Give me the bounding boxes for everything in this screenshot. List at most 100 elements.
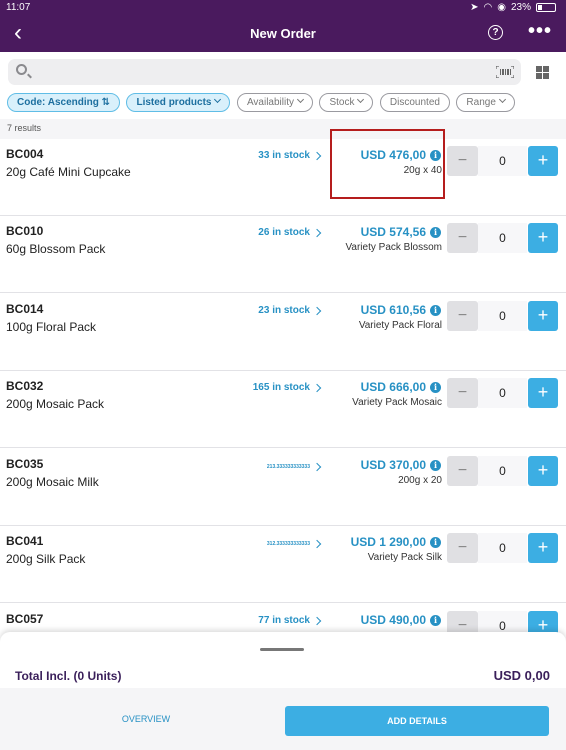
info-icon[interactable]: i bbox=[430, 459, 441, 471]
status-indicators: ➤ ◠ ◉ 23% bbox=[470, 2, 556, 13]
stock-link[interactable]: 165 in stock bbox=[253, 382, 322, 393]
stock-link[interactable]: 77 in stock bbox=[258, 615, 322, 626]
footer-actions: OVERVIEW ADD DETAILS bbox=[0, 688, 566, 750]
product-price: USD 610,56 i bbox=[361, 303, 441, 317]
increase-button[interactable]: + bbox=[528, 378, 558, 408]
filter-chip-sort[interactable]: Code: Ascending ⇅ bbox=[7, 93, 121, 112]
overview-button[interactable]: OVERVIEW bbox=[90, 714, 202, 724]
chevron-down-icon bbox=[214, 95, 222, 104]
back-icon[interactable]: ‹ bbox=[14, 19, 22, 47]
pack-size: 200g x 20 bbox=[398, 475, 442, 486]
highlight-box bbox=[330, 129, 445, 199]
wifi-icon: ◠ bbox=[483, 2, 493, 13]
product-name: 100g Floral Pack bbox=[6, 320, 97, 334]
chevron-down-icon bbox=[357, 95, 365, 104]
pack-size: Variety Pack Floral bbox=[358, 320, 442, 331]
total-label: Total Incl. (0 Units) bbox=[15, 669, 122, 683]
product-code: BC010 bbox=[6, 224, 44, 238]
grid-view-icon[interactable] bbox=[536, 66, 549, 79]
drag-handle[interactable] bbox=[260, 648, 304, 651]
quantity-field[interactable]: 0 bbox=[478, 456, 527, 486]
product-row[interactable]: BC010 60g Blossom Pack 26 in stock USD 5… bbox=[0, 216, 566, 293]
quantity-stepper: − 0 + bbox=[447, 378, 558, 408]
info-icon[interactable]: i bbox=[430, 536, 441, 548]
filter-chips: Code: Ascending ⇅ Listed products Availa… bbox=[7, 93, 566, 113]
stock-link[interactable]: 23 in stock bbox=[258, 305, 322, 316]
product-code: BC057 bbox=[6, 612, 44, 626]
location-icon: ➤ bbox=[470, 2, 479, 13]
info-icon[interactable]: i bbox=[430, 381, 441, 393]
filter-chip-range[interactable]: Range bbox=[456, 93, 515, 112]
search-bar[interactable] bbox=[8, 59, 521, 85]
add-details-button[interactable]: ADD DETAILS bbox=[285, 706, 549, 736]
decrease-button[interactable]: − bbox=[447, 301, 478, 331]
product-code: BC004 bbox=[6, 147, 44, 161]
info-icon[interactable]: i bbox=[430, 614, 441, 626]
total-value: USD 0,00 bbox=[493, 668, 550, 683]
search-input[interactable] bbox=[36, 59, 476, 85]
chevron-right-icon bbox=[312, 228, 322, 237]
quantity-field[interactable]: 0 bbox=[478, 533, 527, 563]
barcode-scan-icon[interactable] bbox=[496, 66, 514, 78]
page-title: New Order bbox=[250, 26, 316, 41]
product-name: 20g Café Mini Cupcake bbox=[6, 165, 131, 179]
quantity-field[interactable]: 0 bbox=[478, 223, 527, 253]
quantity-field[interactable]: 0 bbox=[478, 378, 527, 408]
pack-size: Variety Pack Blossom bbox=[345, 242, 442, 253]
product-code: BC032 bbox=[6, 379, 44, 393]
lock-rotation-icon: ◉ bbox=[497, 2, 506, 13]
quantity-stepper: − 0 + bbox=[447, 223, 558, 253]
more-icon[interactable]: ••• bbox=[528, 21, 552, 41]
help-icon[interactable]: ? bbox=[488, 25, 503, 40]
filter-chip-discounted[interactable]: Discounted bbox=[379, 93, 450, 112]
status-bar: 11:07 ➤ ◠ ◉ 23% bbox=[0, 0, 566, 15]
filter-chip-availability[interactable]: Availability bbox=[236, 93, 313, 112]
decrease-button[interactable]: − bbox=[447, 378, 478, 408]
product-price: USD 1 290,00 i bbox=[351, 535, 441, 549]
decrease-button[interactable]: − bbox=[447, 146, 478, 176]
product-row[interactable]: BC004 20g Café Mini Cupcake 33 in stock … bbox=[0, 139, 566, 216]
increase-button[interactable]: + bbox=[528, 146, 558, 176]
product-code: BC035 bbox=[6, 457, 44, 471]
battery-icon bbox=[536, 3, 556, 12]
product-row[interactable]: BC032 200g Mosaic Pack 165 in stock USD … bbox=[0, 371, 566, 448]
product-price: USD 574,56 i bbox=[361, 225, 441, 239]
product-row[interactable]: BC035 200g Mosaic Milk 213.333333333333 … bbox=[0, 449, 566, 526]
pack-size: Variety Pack Silk bbox=[367, 552, 442, 563]
product-name: 200g Mosaic Pack bbox=[6, 397, 105, 411]
chevron-right-icon bbox=[312, 383, 322, 392]
info-icon[interactable]: i bbox=[430, 304, 441, 316]
stock-link[interactable]: 33 in stock bbox=[258, 150, 322, 161]
chevron-down-icon bbox=[296, 95, 305, 104]
filter-chip-listed[interactable]: Listed products bbox=[126, 93, 231, 112]
increase-button[interactable]: + bbox=[528, 456, 558, 486]
product-row[interactable]: BC041 200g Silk Pack 312.333333333333 US… bbox=[0, 526, 566, 603]
chevron-right-icon bbox=[312, 616, 322, 625]
increase-button[interactable]: + bbox=[528, 301, 558, 331]
stock-link[interactable]: 26 in stock bbox=[258, 227, 322, 238]
increase-button[interactable]: + bbox=[528, 223, 558, 253]
filter-chip-stock[interactable]: Stock bbox=[319, 93, 374, 112]
search-icon bbox=[16, 64, 27, 75]
increase-button[interactable]: + bbox=[528, 533, 558, 563]
quantity-field[interactable]: 0 bbox=[478, 301, 527, 331]
info-icon[interactable]: i bbox=[430, 226, 441, 238]
navigation-bar: ‹ New Order ? ••• bbox=[0, 15, 566, 52]
product-price: USD 370,00 i bbox=[361, 458, 441, 472]
chevron-right-icon bbox=[312, 539, 322, 549]
product-code: BC041 bbox=[6, 534, 44, 548]
product-name: 200g Silk Pack bbox=[6, 552, 86, 566]
product-code: BC014 bbox=[6, 302, 44, 316]
decrease-button[interactable]: − bbox=[447, 456, 478, 486]
product-row[interactable]: BC014 100g Floral Pack 23 in stock USD 6… bbox=[0, 294, 566, 371]
decrease-button[interactable]: − bbox=[447, 223, 478, 253]
chevron-right-icon bbox=[312, 151, 322, 160]
quantity-stepper: − 0 + bbox=[447, 533, 558, 563]
stock-link[interactable]: 213.333333333333 bbox=[267, 462, 322, 472]
decrease-button[interactable]: − bbox=[447, 533, 478, 563]
chevron-down-icon bbox=[498, 95, 506, 104]
stock-link[interactable]: 312.333333333333 bbox=[267, 539, 322, 549]
product-price: USD 490,00 i bbox=[361, 613, 441, 627]
quantity-stepper: − 0 + bbox=[447, 301, 558, 331]
quantity-field[interactable]: 0 bbox=[478, 146, 527, 176]
